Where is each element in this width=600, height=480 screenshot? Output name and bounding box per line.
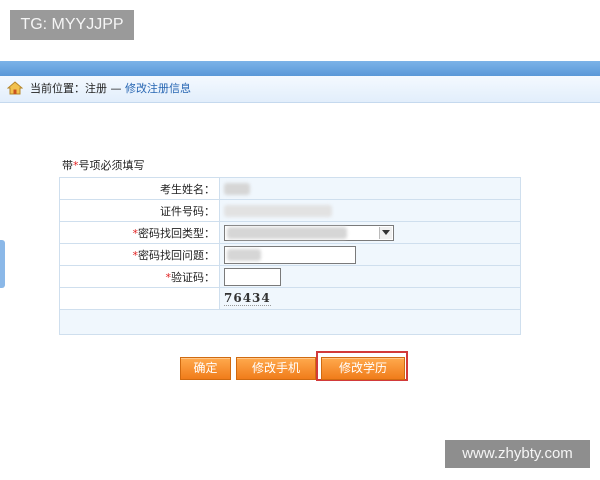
name-label: 考生姓名： [59, 177, 220, 200]
required-note: 带*号项必须填写 [62, 157, 145, 173]
required-note-suffix: 号项必须填写 [78, 159, 145, 172]
home-icon[interactable] [7, 81, 23, 95]
recovery-type-cell [219, 221, 521, 244]
id-number-value [219, 199, 521, 222]
recovery-question-label: *密码找回问题： [59, 243, 220, 266]
breadcrumb-current[interactable]: 修改注册信息 [125, 82, 191, 95]
form-row-recovery-question: *密码找回问题： [59, 243, 521, 266]
side-collapse-tab[interactable] [0, 240, 5, 288]
captcha-image-spacer [59, 287, 220, 310]
breadcrumb: 当前位置：注册 — 修改注册信息 [0, 76, 600, 103]
breadcrumb-prefix: 当前位置：注册 — [30, 82, 125, 95]
form-row-captcha-image: 76434 [59, 287, 521, 310]
recovery-question-input[interactable] [224, 245, 356, 264]
captcha-image-cell: 76434 [219, 287, 521, 310]
name-value [219, 177, 521, 200]
name-redacted [224, 183, 250, 195]
required-note-prefix: 带 [62, 159, 73, 172]
recovery-type-select[interactable] [224, 224, 394, 241]
top-banner-bar [0, 61, 600, 76]
form-row-name: 考生姓名： [59, 177, 521, 200]
id-number-redacted [224, 205, 332, 217]
recovery-type-redacted [227, 226, 347, 239]
form-row-captcha-input: *验证码： [59, 265, 521, 288]
recovery-question-redacted [227, 248, 261, 261]
form-row-id-number: 证件号码： [59, 199, 521, 222]
chevron-down-icon[interactable] [379, 226, 392, 239]
captcha-image[interactable]: 76434 [224, 291, 271, 306]
confirm-button[interactable]: 确定 [180, 357, 231, 380]
form-row-empty [59, 309, 521, 335]
edit-phone-button[interactable]: 修改手机 [236, 357, 316, 380]
form-row-recovery-type: *密码找回类型： [59, 221, 521, 244]
captcha-input-cell [219, 265, 521, 288]
captcha-input[interactable] [224, 267, 281, 286]
tg-badge: TG: MYYJJPP [10, 10, 134, 40]
form-empty-cell [59, 309, 521, 335]
id-number-label: 证件号码： [59, 199, 220, 222]
recovery-type-label: *密码找回类型： [59, 221, 220, 244]
site-watermark: www.zhybty.com [445, 440, 590, 468]
recovery-question-cell [219, 243, 521, 266]
captcha-label: *验证码： [59, 265, 220, 288]
breadcrumb-text: 当前位置：注册 — 修改注册信息 [30, 76, 191, 102]
edit-education-button[interactable]: 修改学历 [321, 357, 405, 380]
registration-form-table: 考生姓名： 证件号码： *密码找回类型： *密码找回问题： *验证码： 7643… [59, 177, 521, 335]
